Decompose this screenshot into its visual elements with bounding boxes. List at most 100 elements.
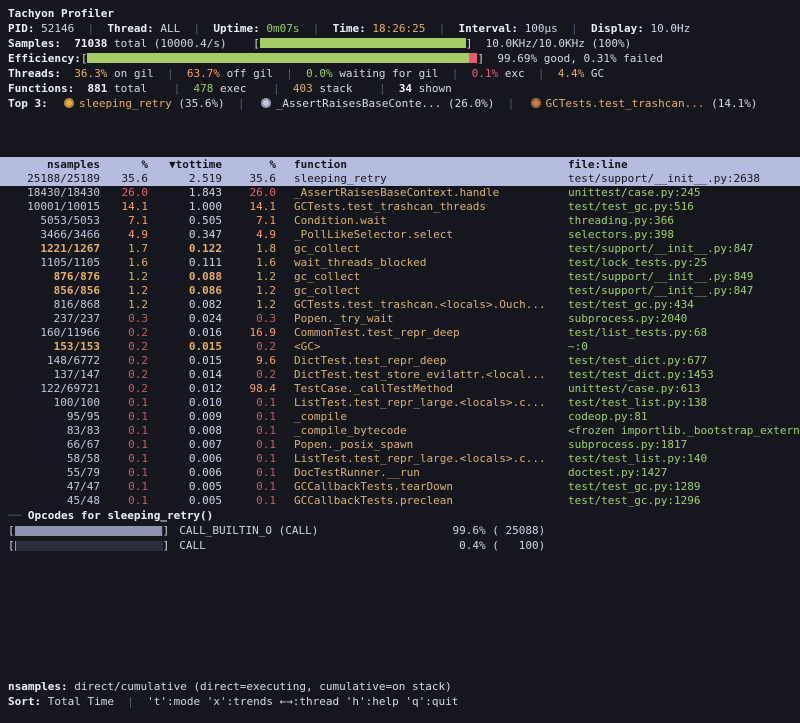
text-segment: ALL: [160, 22, 180, 35]
column-header-pct-cum[interactable]: %: [222, 157, 276, 172]
cell-tottime: 0.505: [148, 214, 222, 228]
table-row[interactable]: 95/950.10.0090.1_compilecodeop.py:81: [0, 410, 800, 424]
cell-pct-cum: 0.1: [222, 424, 276, 438]
table-row[interactable]: 58/580.10.0060.1ListTest.test_repr_large…: [0, 452, 800, 466]
top3-entry-3[interactable]: GCTests.test_trashcan...: [546, 97, 705, 110]
column-header-nsamples[interactable]: nsamples: [0, 157, 100, 172]
cell-nsamples: 100/100: [0, 396, 100, 410]
text-segment: 0m07s: [266, 22, 299, 35]
cell-nsamples: 856/856: [0, 284, 100, 298]
functions-line: Functions: 881 total | 478 exec | 403 st…: [0, 81, 800, 96]
table-row[interactable]: 876/8761.20.0881.2gc_collecttest/support…: [0, 270, 800, 284]
cell-tottime: 0.007: [148, 438, 222, 452]
cell-file: test/test_list.py:138: [562, 396, 800, 410]
opcode-bar-track: [15, 541, 163, 551]
top3-entry-1[interactable]: sleeping_retry: [79, 97, 172, 110]
opcode-stat: 99.6% ( 25088): [425, 523, 545, 538]
cell-pct-cum: 0.1: [222, 452, 276, 466]
cell-pct-self: 0.1: [100, 438, 148, 452]
cell-pct-self: 1.2: [100, 270, 148, 284]
text-segment: exc: [498, 67, 525, 80]
table-row[interactable]: 5053/50537.10.5057.1Condition.waitthread…: [0, 214, 800, 228]
cell-file: codeop.py:81: [562, 410, 800, 424]
process-info-line: PID: 52146 | Thread: ALL | Uptime: 0m07s…: [0, 21, 800, 36]
text-segment: 't':mode 'x':trends ←→:thread 'h':help '…: [147, 695, 458, 708]
cell-file: test/test_gc.py:1296: [562, 494, 800, 508]
cell-pct-self: 1.2: [100, 298, 148, 312]
table-body: 25188/2518935.62.51935.6sleeping_retryte…: [0, 172, 800, 508]
cell-tottime: 0.014: [148, 368, 222, 382]
cell-function: GCTests.test_trashcan_threads: [276, 200, 562, 214]
text-segment: exec: [213, 82, 246, 95]
column-header-function[interactable]: function: [276, 157, 562, 172]
table-row[interactable]: 45/480.10.0050.1GCCallbackTests.preclean…: [0, 494, 800, 508]
cell-tottime: 0.006: [148, 452, 222, 466]
cell-file: unittest/case.py:613: [562, 382, 800, 396]
text-segment: |: [558, 22, 591, 35]
cell-file: <frozen importlib._bootstrap_externa: [562, 424, 800, 438]
table-row[interactable]: 153/1530.20.0150.2<GC>~:0: [0, 340, 800, 354]
column-header-pct-self[interactable]: %: [100, 157, 148, 172]
cell-pct-cum: 98.4: [222, 382, 276, 396]
table-row[interactable]: 122/697210.20.01298.4TestCase._callTestM…: [0, 382, 800, 396]
table-row[interactable]: 148/67720.20.0159.6DictTest.test_repr_de…: [0, 354, 800, 368]
cell-pct-cum: 0.2: [222, 340, 276, 354]
table-row[interactable]: 160/119660.20.01616.9CommonTest.test_rep…: [0, 326, 800, 340]
cell-function: Condition.wait: [276, 214, 562, 228]
cell-file: selectors.py:398: [562, 228, 800, 242]
column-header-file[interactable]: file:line: [562, 157, 800, 172]
cell-file: unittest/case.py:245: [562, 186, 800, 200]
text-segment: |: [74, 22, 107, 35]
table-row[interactable]: 3466/34664.90.3474.9_PollLikeSelector.se…: [0, 228, 800, 242]
table-row[interactable]: 1221/12671.70.1221.8gc_collecttest/suppo…: [0, 242, 800, 256]
text-segment: |: [439, 67, 472, 80]
cell-file: test/support/__init__.py:847: [562, 242, 800, 256]
text-segment: nsamples:: [8, 680, 68, 693]
text-segment: Display:: [591, 22, 651, 35]
bar-bracket: [: [253, 37, 260, 50]
table-row[interactable]: 1105/11051.60.1111.6wait_threads_blocked…: [0, 256, 800, 270]
cell-function: _compile: [276, 410, 562, 424]
keybindings-line: Sort: Total Time | 't':mode 'x':trends ←…: [0, 694, 800, 709]
cell-function: GCCallbackTests.preclean: [276, 494, 562, 508]
top3-line: Top 3: sleeping_retry (35.6%) | _AssertR…: [0, 96, 800, 111]
table-row[interactable]: 18430/1843026.01.84326.0_AssertRaisesBas…: [0, 186, 800, 200]
table-row[interactable]: 55/790.10.0060.1DocTestRunner.__rundocte…: [0, 466, 800, 480]
samples-line: Samples: 71038 total (10000.4/s) [] 10.0…: [0, 36, 800, 51]
efficiency-bar-track: [87, 53, 477, 63]
top3-entry-2[interactable]: _AssertRaisesBaseConte...: [276, 97, 442, 110]
table-row[interactable]: 237/2370.30.0240.3Popen._try_waitsubproc…: [0, 312, 800, 326]
cell-nsamples: 45/48: [0, 494, 100, 508]
table-row[interactable]: 10001/1001514.11.00014.1GCTests.test_tra…: [0, 200, 800, 214]
column-header-tottime[interactable]: ▼tottime: [148, 157, 222, 172]
top3-entry-1-pct: (35.6%): [172, 97, 225, 110]
cell-tottime: 0.006: [148, 466, 222, 480]
cell-pct-self: 0.1: [100, 452, 148, 466]
text-segment: 0.0%: [306, 67, 333, 80]
cell-tottime: 0.082: [148, 298, 222, 312]
cell-nsamples: 122/69721: [0, 382, 100, 396]
text-segment: |: [114, 695, 147, 708]
cell-tottime: 0.015: [148, 340, 222, 354]
table-row[interactable]: 100/1000.10.0100.1ListTest.test_repr_lar…: [0, 396, 800, 410]
cell-tottime: 0.005: [148, 480, 222, 494]
samples-rate-text: 10.0KHz/10.0KHz (100%): [472, 37, 631, 50]
stats-table: nsamples % ▼tottime % function file:line…: [0, 157, 800, 508]
cell-pct-self: 0.1: [100, 396, 148, 410]
cell-function: TestCase._callTestMethod: [276, 382, 562, 396]
cell-function: DictTest.test_store_evilattr.<local...: [276, 368, 562, 382]
table-row[interactable]: 83/830.10.0080.1_compile_bytecode<frozen…: [0, 424, 800, 438]
cell-tottime: 0.009: [148, 410, 222, 424]
cell-tottime: 1.000: [148, 200, 222, 214]
table-row[interactable]: 25188/2518935.62.51935.6sleeping_retryte…: [0, 172, 800, 186]
table-row[interactable]: 47/470.10.0050.1GCCallbackTests.tearDown…: [0, 480, 800, 494]
table-row[interactable]: 856/8561.20.0861.2gc_collecttest/support…: [0, 284, 800, 298]
cell-tottime: 0.005: [148, 494, 222, 508]
table-row[interactable]: 66/670.10.0070.1Popen._posix_spawnsubpro…: [0, 438, 800, 452]
cell-function: wait_threads_blocked: [276, 256, 562, 270]
table-row[interactable]: 137/1470.20.0140.2DictTest.test_store_ev…: [0, 368, 800, 382]
text-segment: Time:: [333, 22, 373, 35]
bar-bracket: [: [8, 539, 15, 552]
table-row[interactable]: 816/8681.20.0821.2GCTests.test_trashcan.…: [0, 298, 800, 312]
cell-pct-self: 0.2: [100, 354, 148, 368]
